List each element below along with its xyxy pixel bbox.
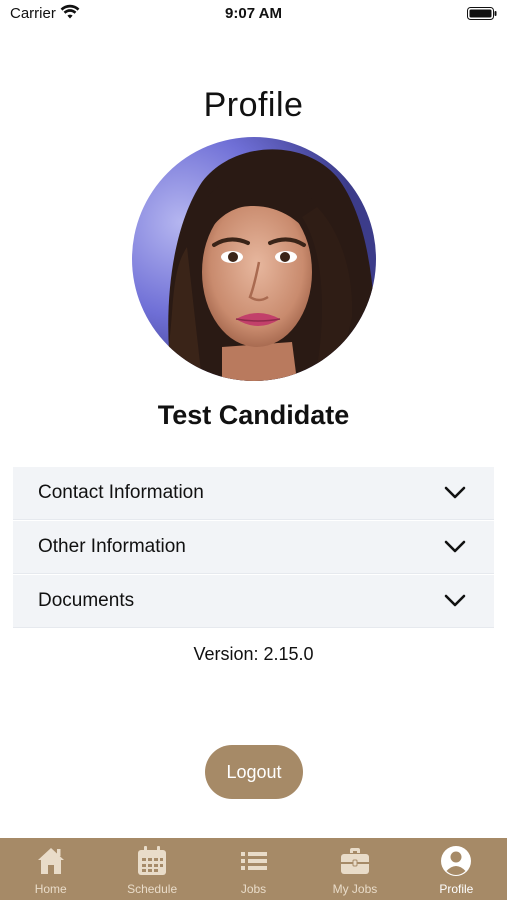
page-title: Profile [203, 86, 304, 124]
home-icon [37, 848, 64, 874]
tab-home[interactable]: Home [0, 838, 101, 900]
avatar[interactable] [132, 137, 376, 381]
briefcase-icon [340, 848, 369, 874]
tab-label: Profile [439, 882, 474, 896]
accordion-label: Other Information [38, 536, 186, 557]
tab-label: Schedule [127, 882, 178, 896]
logout-button[interactable]: Logout [205, 745, 303, 799]
accordion-documents[interactable]: Documents [13, 575, 494, 628]
chevron-down-icon [444, 540, 466, 553]
user-circle-icon [441, 846, 472, 876]
profile-photo [132, 137, 376, 381]
user-name: Test Candidate [157, 400, 350, 430]
accordion-contact-information[interactable]: Contact Information [13, 467, 494, 520]
list-icon [240, 852, 267, 870]
chevron-down-icon [444, 486, 466, 499]
tab-schedule[interactable]: Schedule [101, 838, 202, 900]
tab-profile[interactable]: Profile [406, 838, 507, 900]
accordion-other-information[interactable]: Other Information [13, 521, 494, 574]
tab-jobs[interactable]: Jobs [203, 838, 304, 900]
accordion-label: Contact Information [38, 482, 204, 503]
tab-bar: Home Schedule Jobs My Jobs Profile [0, 838, 507, 900]
calendar-icon [138, 846, 167, 875]
tab-label: Home [34, 882, 67, 896]
accordion-label: Documents [38, 590, 135, 611]
battery-icon [467, 7, 497, 20]
status-bar: Carrier 9:07 AM [0, 0, 507, 30]
tab-label: Jobs [240, 882, 267, 896]
clock: 9:07 AM [225, 5, 282, 22]
tab-label: My Jobs [332, 882, 378, 896]
profile-accordion: Contact Information Other Information Do… [13, 467, 494, 629]
chevron-down-icon [444, 594, 466, 607]
version-label: Version: 2.15.0 [193, 644, 314, 664]
tab-my-jobs[interactable]: My Jobs [304, 838, 405, 900]
